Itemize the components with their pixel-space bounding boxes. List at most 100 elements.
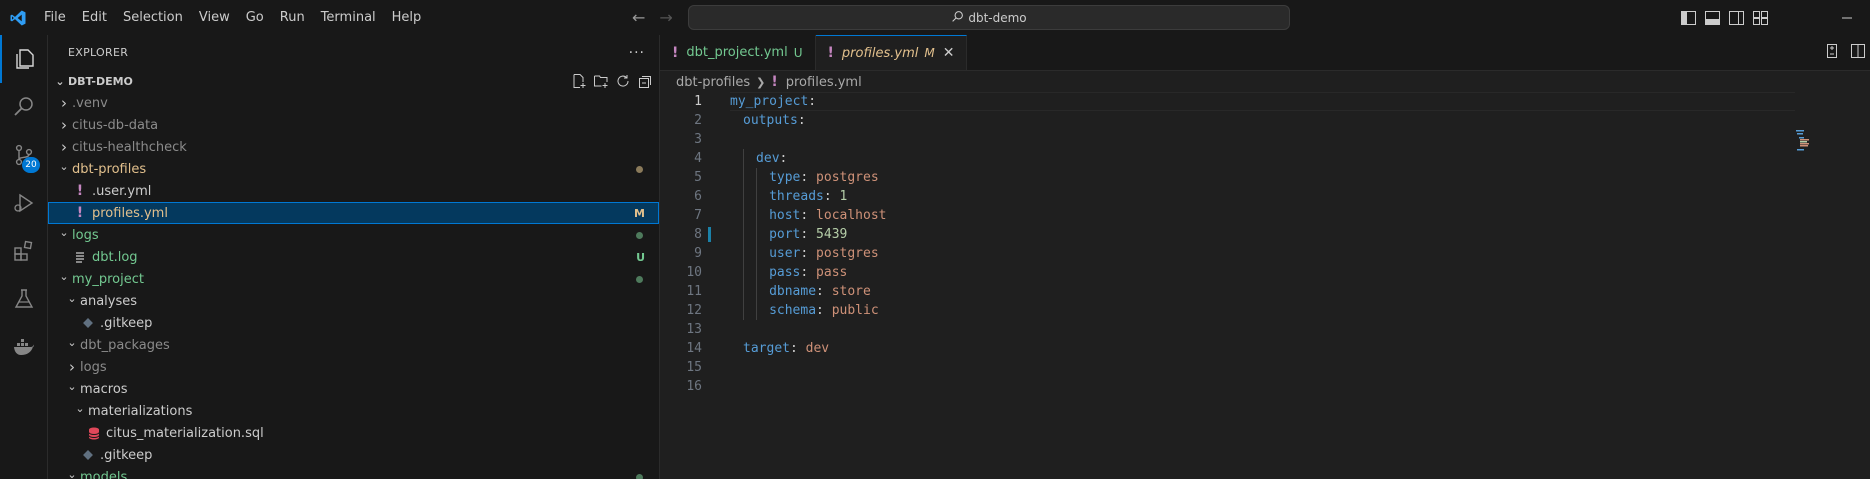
menu-file[interactable]: File (36, 0, 74, 35)
split-editor-icon[interactable] (1850, 43, 1866, 63)
tree-folder[interactable]: ⌄ models (48, 466, 659, 479)
code-line[interactable]: 9 user: postgres (660, 244, 1870, 263)
chevron-down-icon: ⌄ (59, 269, 69, 283)
tree-folder[interactable]: › logs (48, 356, 659, 378)
tree-item-label: dbt_packages (80, 337, 170, 353)
code-line[interactable]: 3 (660, 130, 1870, 149)
code-editor[interactable]: 1 my_project: 2 outputs: 3 4 dev: 5 type: postgr… (660, 92, 1870, 396)
toggle-panel-icon[interactable] (1704, 10, 1720, 26)
modified-dot-icon (636, 231, 643, 239)
tree-folder[interactable]: ⌄ dbt-profiles (48, 158, 659, 180)
code-line[interactable]: 12 schema: public (660, 301, 1870, 320)
tree-file[interactable]: ! .user.yml (48, 180, 659, 202)
menu-help[interactable]: Help (384, 0, 430, 35)
menu-view[interactable]: View (191, 0, 238, 35)
code-line[interactable]: 7 host: localhost (660, 206, 1870, 225)
code-line[interactable]: 6 threads: 1 (660, 187, 1870, 206)
run-debug-icon[interactable] (0, 179, 47, 227)
tree-file[interactable]: dbt.log U (48, 246, 659, 268)
code-token: target (743, 341, 790, 356)
indent-guide (743, 263, 745, 282)
tree-file[interactable]: ! profiles.yml M (48, 202, 659, 224)
tree-folder[interactable]: › .venv (48, 92, 659, 114)
back-arrow-icon[interactable]: ← (632, 8, 645, 27)
more-actions-icon[interactable]: ··· (629, 45, 645, 61)
command-center-search[interactable]: dbt-demo (688, 5, 1290, 30)
code-line[interactable]: 16 (660, 377, 1870, 396)
search-text: dbt-demo (968, 10, 1027, 25)
code-token: pass (816, 265, 848, 280)
line-number: 7 (694, 208, 702, 223)
code-token: schema (769, 303, 817, 318)
code-line[interactable]: 14 target: dev (660, 339, 1870, 358)
explorer-icon[interactable] (0, 35, 47, 83)
menu-run[interactable]: Run (272, 0, 313, 35)
code-line[interactable]: 5 type: postgres (660, 168, 1870, 187)
minimap[interactable] (1794, 129, 1810, 151)
code-token: outputs (743, 113, 798, 128)
refresh-icon[interactable] (615, 73, 631, 92)
modified-dot-icon (636, 473, 643, 479)
code-line[interactable]: 13 (660, 320, 1870, 339)
new-folder-icon[interactable] (593, 73, 609, 92)
editor-area: ! dbt_project.yml U ! profiles.yml M ✕ d… (660, 35, 1870, 479)
indent-guide (743, 301, 745, 320)
tree-folder[interactable]: ⌄ materializations (48, 400, 659, 422)
tab-label: profiles.yml (841, 45, 919, 61)
testing-flask-icon[interactable] (0, 275, 47, 323)
tree-file[interactable]: citus_materialization.sql (48, 422, 659, 444)
toggle-primary-sidebar-icon[interactable] (1680, 10, 1696, 26)
docker-icon[interactable] (0, 323, 47, 371)
tree-file[interactable]: .gitkeep (48, 312, 659, 334)
search-view-icon[interactable] (0, 83, 47, 131)
gitkeep-file-icon (80, 449, 96, 461)
chevron-down-icon: ⌄ (59, 225, 69, 239)
code-line[interactable]: 1 my_project: (660, 92, 1870, 111)
line-number: 12 (686, 303, 702, 318)
code-line[interactable]: 2 outputs: (660, 111, 1870, 130)
breadcrumb-folder[interactable]: dbt-profiles (676, 75, 750, 90)
git-status-badge: U (636, 250, 645, 264)
tab-profiles[interactable]: ! profiles.yml M ✕ (815, 35, 968, 70)
tree-folder[interactable]: ⌄ dbt_packages (48, 334, 659, 356)
tree-folder[interactable]: ⌄ my_project (48, 268, 659, 290)
tree-folder[interactable]: ⌄ analyses (48, 290, 659, 312)
breadcrumb-file[interactable]: profiles.yml (786, 75, 862, 90)
new-file-icon[interactable] (571, 73, 587, 92)
forward-arrow-icon[interactable]: → (659, 8, 672, 27)
extensions-icon[interactable] (0, 227, 47, 275)
toggle-secondary-sidebar-icon[interactable] (1728, 10, 1744, 26)
collapse-all-icon[interactable] (637, 73, 653, 92)
code-line[interactable]: 15 (660, 358, 1870, 377)
line-number: 6 (694, 189, 702, 204)
code-line[interactable]: 11 dbname: store (660, 282, 1870, 301)
tree-folder[interactable]: › citus-db-data (48, 114, 659, 136)
file-tree: › .venv › citus-db-data › citus-healthcheck ⌄ d… (48, 92, 659, 479)
tree-folder[interactable]: ⌄ macros (48, 378, 659, 400)
line-number: 14 (686, 341, 702, 356)
line-number: 1 (694, 94, 702, 109)
indent-guide (756, 225, 758, 244)
tree-folder[interactable]: › citus-healthcheck (48, 136, 659, 158)
compare-changes-icon[interactable] (1824, 43, 1840, 63)
minimize-icon[interactable] (1824, 0, 1870, 35)
yaml-file-icon: ! (672, 44, 679, 61)
customize-layout-icon[interactable] (1752, 10, 1768, 26)
title-bar: File Edit Selection View Go Run Terminal Help ←… (0, 0, 1870, 36)
source-control-icon[interactable]: 20 (0, 131, 47, 179)
menu-go[interactable]: Go (238, 0, 272, 35)
menu-selection[interactable]: Selection (115, 0, 191, 35)
code-line[interactable]: 10 pass: pass (660, 263, 1870, 282)
chevron-down-icon: ⌄ (67, 467, 77, 479)
tree-file[interactable]: .gitkeep (48, 444, 659, 466)
tab-dbt-project[interactable]: ! dbt_project.yml U (660, 35, 816, 70)
tree-folder[interactable]: ⌄ logs (48, 224, 659, 246)
menu-edit[interactable]: Edit (74, 0, 115, 35)
code-line[interactable]: 8 port: 5439 (660, 225, 1870, 244)
close-icon[interactable]: ✕ (943, 45, 955, 61)
tab-status: M (924, 46, 935, 60)
menu-terminal[interactable]: Terminal (313, 0, 384, 35)
workspace-section-header[interactable]: ⌄ DBT-DEMO (48, 70, 659, 92)
code-line[interactable]: 4 dev: (660, 149, 1870, 168)
line-number: 5 (694, 170, 702, 185)
